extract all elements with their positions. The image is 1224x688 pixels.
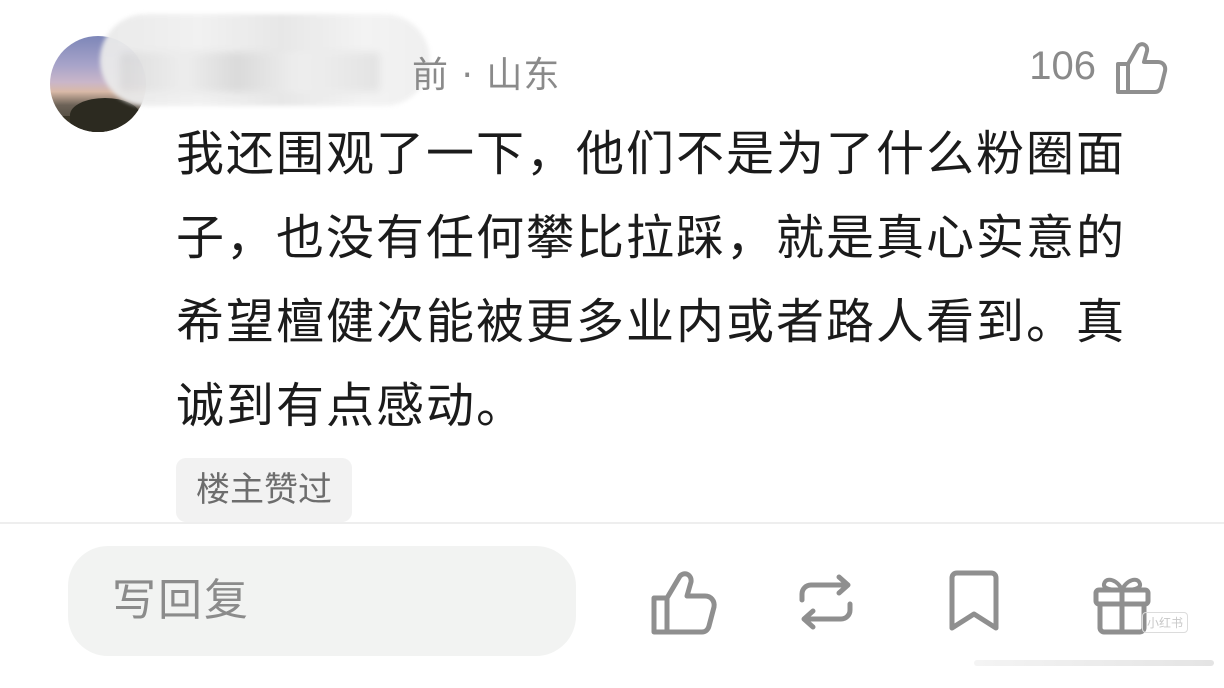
comment-text: 我还围观了一下，他们不是为了什么粉圈面子，也没有任何攀比拉踩，就是真心实意的希望… xyxy=(176,126,1127,434)
author-liked-badge: 楼主赞过 xyxy=(176,458,352,522)
divider xyxy=(0,522,1224,524)
comment-meta: 前 · 山东 xyxy=(412,55,561,96)
like-icon[interactable] xyxy=(648,566,720,638)
username-redacted xyxy=(100,14,430,106)
scroll-indicator xyxy=(974,660,1214,666)
thumbs-up-icon[interactable] xyxy=(1114,40,1168,96)
reply-input[interactable]: 写回复 xyxy=(68,546,576,656)
like-count: 106 xyxy=(1029,44,1096,88)
bookmark-icon[interactable] xyxy=(938,566,1010,638)
repost-icon[interactable] xyxy=(790,566,862,638)
watermark: 小红书 xyxy=(1141,612,1188,633)
